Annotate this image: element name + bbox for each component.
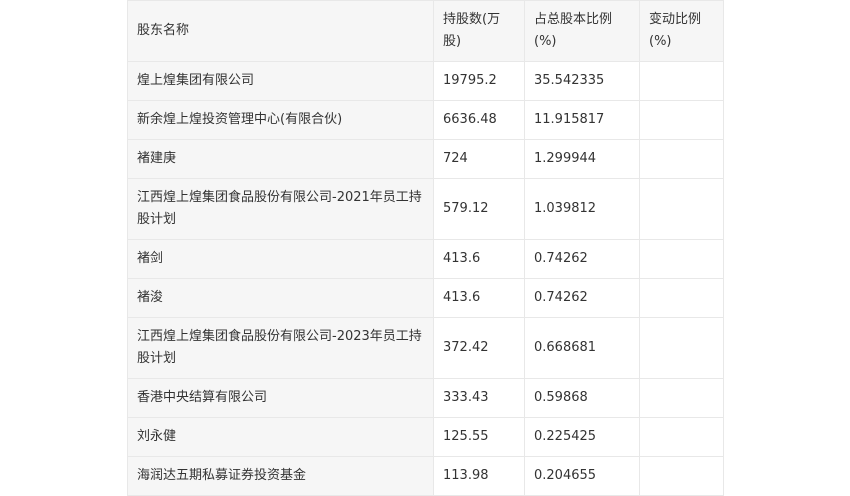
- shareholder-name-cell: 刘永健: [127, 417, 434, 457]
- table-row: 新余煌上煌投资管理中心(有限合伙) 6636.48 11.915817: [127, 100, 724, 140]
- table-header-row: 股东名称 持股数(万股) 占总股本比例(%) 变动比例(%): [127, 0, 724, 62]
- change-cell: [639, 139, 724, 179]
- table-row: 褚建庚 724 1.299944: [127, 139, 724, 179]
- table-row: 煌上煌集团有限公司 19795.2 35.542335: [127, 61, 724, 101]
- shares-cell: 6636.48: [433, 100, 525, 140]
- shares-cell: 125.55: [433, 417, 525, 457]
- ratio-cell: 0.74262: [524, 239, 640, 279]
- shareholder-name-cell: 褚浚: [127, 278, 434, 318]
- shares-cell: 724: [433, 139, 525, 179]
- ratio-cell: 1.299944: [524, 139, 640, 179]
- change-cell: [639, 239, 724, 279]
- ratio-cell: 0.225425: [524, 417, 640, 457]
- change-cell: [639, 456, 724, 496]
- shareholder-name-cell: 煌上煌集团有限公司: [127, 61, 434, 101]
- shares-cell: 372.42: [433, 317, 525, 379]
- table-row: 香港中央结算有限公司 333.43 0.59868: [127, 378, 724, 418]
- ratio-cell: 1.039812: [524, 178, 640, 240]
- ratio-cell: 0.204655: [524, 456, 640, 496]
- change-cell: [639, 178, 724, 240]
- shares-cell: 413.6: [433, 278, 525, 318]
- shares-cell: 413.6: [433, 239, 525, 279]
- shares-cell: 19795.2: [433, 61, 525, 101]
- header-change: 变动比例(%): [639, 0, 724, 62]
- header-shares: 持股数(万股): [433, 0, 525, 62]
- ratio-cell: 0.59868: [524, 378, 640, 418]
- change-cell: [639, 317, 724, 379]
- shares-cell: 579.12: [433, 178, 525, 240]
- shareholder-name-cell: 新余煌上煌投资管理中心(有限合伙): [127, 100, 434, 140]
- change-cell: [639, 61, 724, 101]
- change-cell: [639, 278, 724, 318]
- shareholder-name-cell: 褚剑: [127, 239, 434, 279]
- ratio-cell: 0.74262: [524, 278, 640, 318]
- table-row: 海润达五期私募证券投资基金 113.98 0.204655: [127, 456, 724, 496]
- shares-cell: 113.98: [433, 456, 525, 496]
- shareholder-name-cell: 褚建庚: [127, 139, 434, 179]
- table-row: 江西煌上煌集团食品股份有限公司-2023年员工持股计划 372.42 0.668…: [127, 317, 724, 379]
- change-cell: [639, 417, 724, 457]
- ratio-cell: 0.668681: [524, 317, 640, 379]
- shareholder-name-cell: 江西煌上煌集团食品股份有限公司-2023年员工持股计划: [127, 317, 434, 379]
- header-ratio: 占总股本比例(%): [524, 0, 640, 62]
- table-row: 褚剑 413.6 0.74262: [127, 239, 724, 279]
- ratio-cell: 11.915817: [524, 100, 640, 140]
- shareholder-name-cell: 江西煌上煌集团食品股份有限公司-2021年员工持股计划: [127, 178, 434, 240]
- table-row: 江西煌上煌集团食品股份有限公司-2021年员工持股计划 579.12 1.039…: [127, 178, 724, 240]
- table-row: 褚浚 413.6 0.74262: [127, 278, 724, 318]
- header-shareholder-name: 股东名称: [127, 0, 434, 62]
- ratio-cell: 35.542335: [524, 61, 640, 101]
- change-cell: [639, 100, 724, 140]
- shareholder-name-cell: 香港中央结算有限公司: [127, 378, 434, 418]
- shareholder-table: 股东名称 持股数(万股) 占总股本比例(%) 变动比例(%) 煌上煌集团有限公司…: [127, 0, 724, 496]
- shareholder-name-cell: 海润达五期私募证券投资基金: [127, 456, 434, 496]
- shares-cell: 333.43: [433, 378, 525, 418]
- shareholder-table-container: 股东名称 持股数(万股) 占总股本比例(%) 变动比例(%) 煌上煌集团有限公司…: [127, 0, 724, 496]
- change-cell: [639, 378, 724, 418]
- table-row: 刘永健 125.55 0.225425: [127, 417, 724, 457]
